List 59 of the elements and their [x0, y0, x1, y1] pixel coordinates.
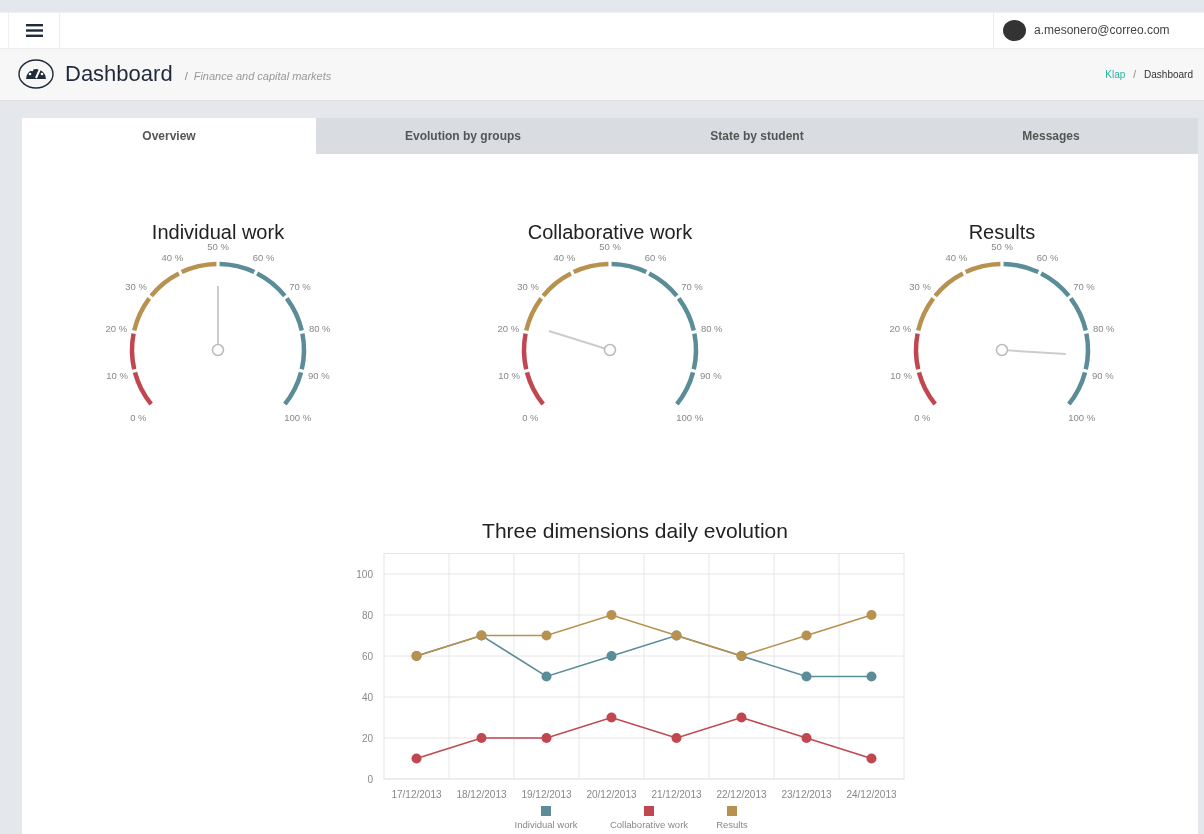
y-axis-label: 20: [361, 733, 373, 744]
page-title: Dashboard: [65, 61, 173, 88]
gauge-title: Individual work: [151, 220, 285, 244]
x-axis-label: 17/12/2013: [391, 789, 442, 800]
page-subtitle: Finance and capital markets: [193, 70, 332, 83]
gauge-tick-label: 20 %: [105, 323, 128, 335]
y-axis-label: 60: [361, 651, 373, 662]
gauge-tick-label: 40 %: [945, 251, 968, 263]
gauge-tick-label: 20 %: [497, 323, 520, 335]
gauge-tick-label: 10 %: [498, 370, 520, 382]
y-axis-label: 80: [361, 610, 373, 621]
gauge-tick-label: 0 %: [914, 411, 931, 423]
x-axis-label: 22/12/2013: [716, 789, 767, 800]
x-axis-label: 24/12/2013: [846, 789, 897, 800]
separator: /: [184, 70, 188, 83]
gauge-tick-label: 60 %: [644, 251, 667, 263]
legend-label: Results: [716, 819, 748, 830]
y-axis-label: 0: [367, 774, 373, 785]
gauge-tick-label: 90 %: [308, 370, 330, 382]
x-axis-label: 21/12/2013: [651, 789, 702, 800]
gauge-tick-label: 30 %: [125, 280, 147, 292]
gauge-tick-label: 0 %: [130, 411, 147, 423]
gauge-tick-label: 80 %: [308, 323, 331, 335]
gauge-tick-label: 10 %: [890, 370, 912, 382]
legend-label: Individual work: [514, 819, 578, 830]
gauge-tick-label: 30 %: [517, 280, 539, 292]
x-axis-label: 18/12/2013: [456, 789, 507, 800]
breadcrumb-separator: /: [1133, 68, 1137, 80]
gauge-tick-label: 100 %: [1068, 411, 1096, 423]
gauge-title: Collaborative work: [527, 220, 693, 244]
gauge-tick-label: 90 %: [1092, 370, 1114, 382]
y-axis-label: 100: [356, 569, 373, 580]
gauge-title: Results: [968, 220, 1036, 244]
gauge-tick-label: 0 %: [522, 411, 539, 423]
gauge-tick-label: 100 %: [676, 411, 704, 423]
gauge-tick-label: 90 %: [700, 370, 722, 382]
gauge-tick-label: 50 %: [991, 244, 1013, 252]
gauge-tick-label: 40 %: [161, 251, 184, 263]
chart-title: Three dimensions daily evolution: [482, 518, 788, 544]
gauge-tick-label: 20 %: [889, 323, 912, 335]
gauge-tick-label: 10 %: [106, 370, 128, 382]
x-axis-label: 23/12/2013: [781, 789, 832, 800]
gauge-tick-label: 70 %: [1073, 280, 1095, 292]
gauge-tick-label: 60 %: [252, 251, 275, 263]
gauge-tick-label: 100 %: [284, 411, 312, 423]
gauge-tick-label: 80 %: [1092, 323, 1115, 335]
x-axis-label: 20/12/2013: [586, 789, 637, 800]
gauge-tick-label: 50 %: [599, 244, 621, 252]
gauge-tick-label: 40 %: [553, 251, 576, 263]
x-axis-label: 19/12/2013: [521, 789, 572, 800]
legend-label: Collaborative work: [609, 819, 689, 830]
gauge-tick-label: 80 %: [700, 323, 723, 335]
gauge-tick-label: 60 %: [1036, 251, 1059, 263]
gauge-tick-label: 50 %: [207, 244, 229, 252]
breadcrumb-current: Dashboard: [1144, 68, 1193, 80]
gauge-tick-label: 30 %: [909, 280, 931, 292]
gauge-tick-label: 70 %: [681, 280, 703, 292]
y-axis-label: 40: [361, 692, 373, 703]
gauge-tick-label: 70 %: [289, 280, 311, 292]
